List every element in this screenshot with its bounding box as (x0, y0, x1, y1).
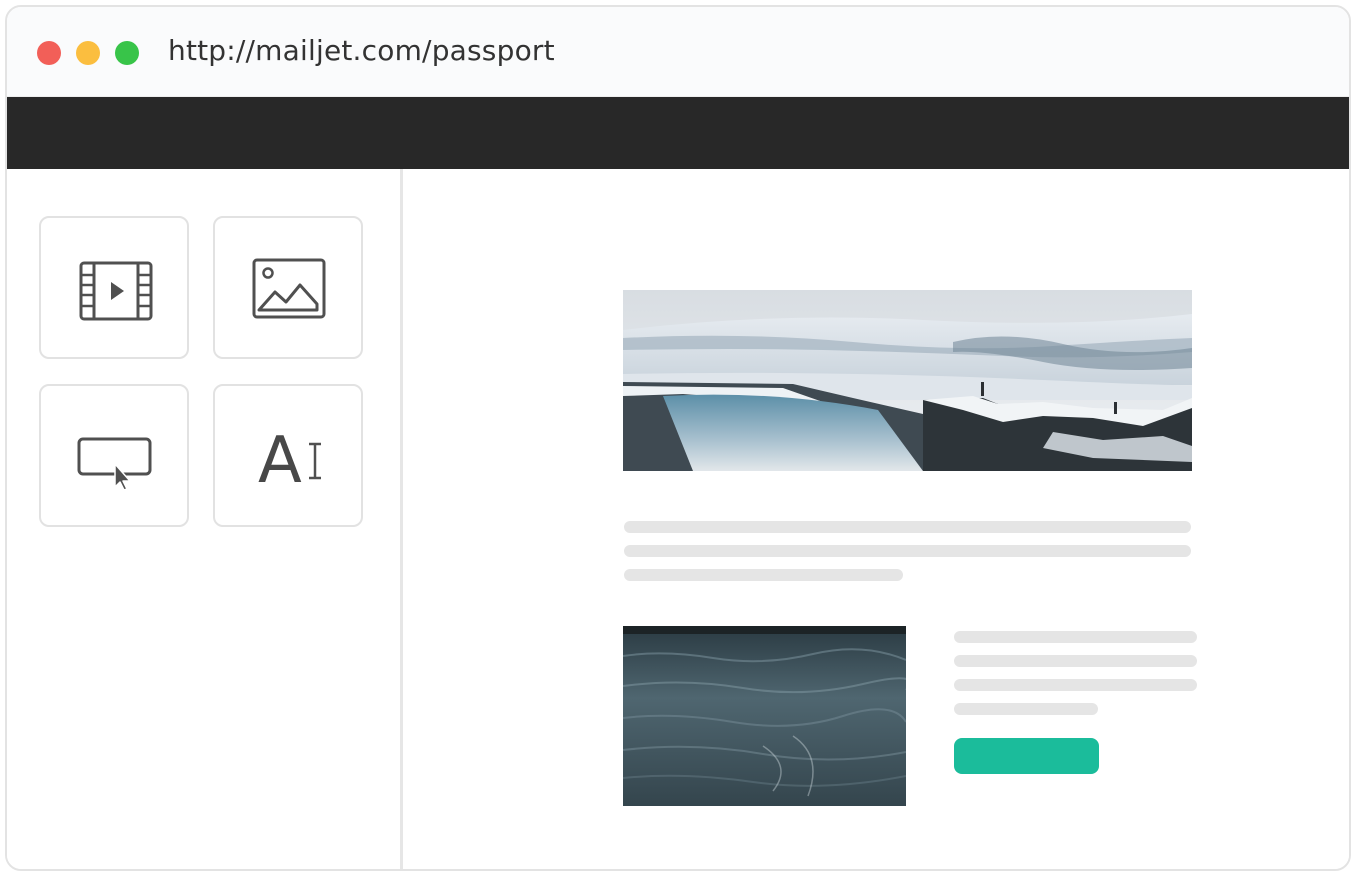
button-cursor-icon (77, 437, 152, 491)
editor-toolbar (7, 97, 1349, 169)
hero-image[interactable] (623, 290, 1192, 471)
text-line (954, 631, 1197, 643)
water-photo (623, 626, 906, 806)
maximize-window-button[interactable] (115, 41, 139, 65)
text-line (954, 655, 1197, 667)
browser-window: http://mailjet.com/passport A (5, 5, 1351, 871)
text-line (624, 521, 1191, 533)
video-block-tile[interactable] (39, 216, 189, 359)
button-block-tile[interactable] (39, 384, 189, 527)
text-line (624, 545, 1191, 557)
close-window-button[interactable] (37, 41, 61, 65)
block-palette: A (7, 169, 403, 869)
landscape-photo (623, 290, 1192, 471)
film-icon (79, 261, 153, 321)
address-bar[interactable]: http://mailjet.com/passport (168, 34, 555, 67)
image-block-tile[interactable] (213, 216, 363, 359)
text-cursor-icon (309, 442, 321, 480)
cta-button[interactable] (954, 738, 1099, 774)
text-line (624, 569, 903, 581)
text-line (954, 703, 1098, 715)
text-line (954, 679, 1197, 691)
title-bar: http://mailjet.com/passport (7, 7, 1349, 97)
email-canvas (406, 169, 1349, 869)
image-icon (252, 258, 326, 319)
inline-image[interactable] (623, 626, 906, 806)
minimize-window-button[interactable] (76, 41, 100, 65)
text-block-tile[interactable]: A (213, 384, 363, 527)
